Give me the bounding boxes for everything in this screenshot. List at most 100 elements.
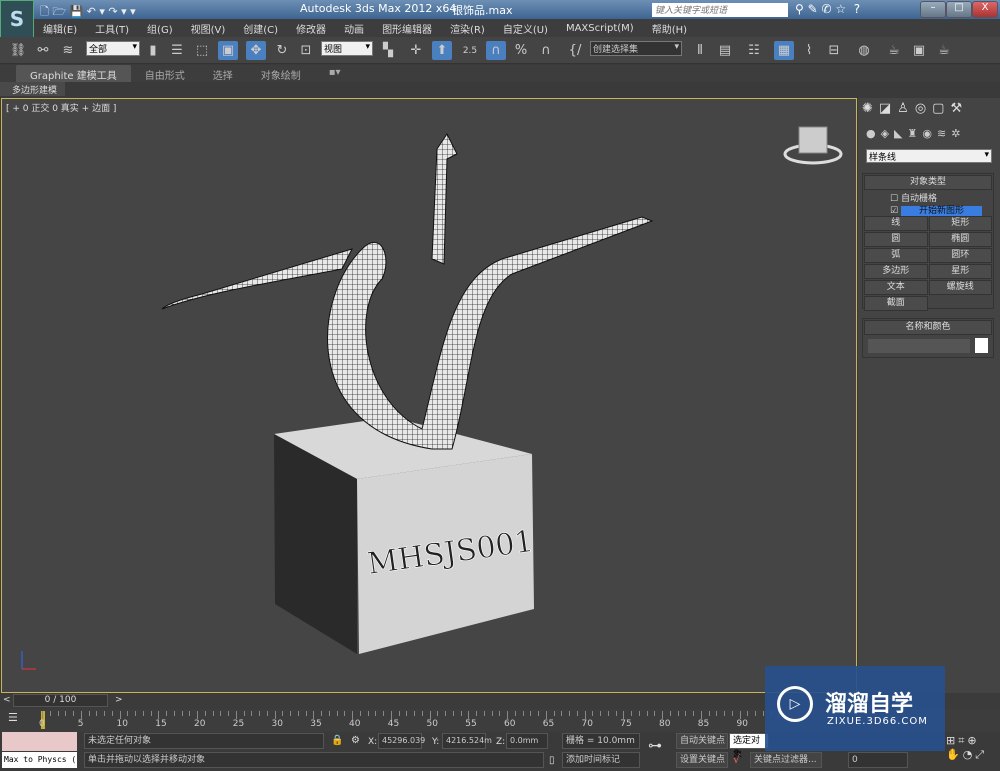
keyboard-shortcut-icon[interactable]: ⬆	[432, 41, 452, 60]
section-button[interactable]: 截面	[864, 296, 928, 311]
rect-selection-icon[interactable]: ⬚	[192, 41, 212, 60]
key-icon[interactable]: ⊶	[648, 738, 662, 754]
text-button[interactable]: 文本	[864, 280, 928, 295]
mirror-icon[interactable]: ⫴	[690, 41, 710, 60]
render-setup-icon[interactable]: ☕	[884, 41, 904, 60]
layer-icon[interactable]: ☷	[744, 41, 764, 60]
absolute-mode-icon[interactable]: ⚙	[351, 735, 360, 746]
close-button[interactable]: X	[972, 1, 998, 18]
snap-toggle-icon[interactable]: 2.5	[460, 41, 480, 60]
command-panel-tabs[interactable]: ✺◪♙◎▢⚒	[862, 101, 968, 116]
menu-group[interactable]: 组(G)	[147, 21, 173, 36]
x-coord-input[interactable]: 45296.039	[378, 733, 425, 749]
menu-create[interactable]: 创建(C)	[243, 21, 278, 36]
key-mode-icon[interactable]: √	[733, 753, 740, 766]
tab-graphite[interactable]: Graphite 建模工具	[16, 65, 131, 82]
tab-object-paint[interactable]: 对象绘制	[247, 65, 315, 82]
minimize-button[interactable]: –	[920, 1, 946, 18]
menu-views[interactable]: 视图(V)	[191, 21, 226, 36]
curve-editor-icon[interactable]: ⌇	[799, 41, 819, 60]
menu-customize[interactable]: 自定义(U)	[503, 21, 548, 36]
align-icon[interactable]: ▤	[715, 41, 735, 60]
set-key-button[interactable]: 设置关键点	[676, 752, 728, 768]
manipulate-icon[interactable]: ✛	[406, 41, 426, 60]
menu-maxscript[interactable]: MAXScript(M)	[566, 23, 634, 34]
edit-named-selection-icon[interactable]: {/	[565, 41, 585, 60]
line-button[interactable]: 线	[864, 216, 928, 231]
object-color-swatch[interactable]	[975, 338, 988, 353]
render-frame-icon[interactable]: ▣	[909, 41, 929, 60]
menu-rendering[interactable]: 渲染(R)	[450, 21, 485, 36]
viewcube[interactable]	[783, 126, 843, 165]
unlink-icon[interactable]: ⚯	[33, 41, 53, 60]
y-coord-input[interactable]: 4216.524m	[442, 733, 492, 749]
star-button[interactable]: 星形	[928, 264, 992, 279]
angle-snap-icon[interactable]: ∩	[486, 41, 506, 60]
ref-coord-dropdown[interactable]: 视图	[321, 41, 373, 56]
auto-grid-checkbox[interactable]: ☐ 自动栅格	[863, 191, 993, 204]
object-name-input[interactable]	[868, 339, 970, 353]
tick-mark	[755, 711, 756, 716]
create-category-icons[interactable]: ●◈◣♜◉≋✲	[866, 127, 965, 140]
time-tag-icon[interactable]: ▯	[549, 755, 555, 766]
menu-help[interactable]: 帮助(H)	[652, 21, 687, 36]
current-frame-input[interactable]: 0	[848, 752, 908, 768]
maxscript-listener[interactable]: Max to Physcs (	[2, 752, 77, 768]
tick-mark	[522, 711, 524, 716]
spinner-snap-icon[interactable]: ∩	[536, 41, 556, 60]
link-icon[interactable]: ⛓	[8, 41, 28, 60]
add-time-tag[interactable]: 添加时间标记	[562, 752, 640, 768]
ribbon-options-icon[interactable]: ▪▾	[315, 65, 355, 82]
maxscript-listener-pink[interactable]	[2, 732, 77, 751]
viewport-front[interactable]: [ + 0 正交 0 真实 + 边面 ] MHSJS001	[1, 98, 857, 693]
render-icon[interactable]: ☕	[934, 41, 954, 60]
menu-tools[interactable]: 工具(T)	[95, 21, 129, 36]
lock-icon[interactable]: 🔒	[331, 735, 343, 746]
rollout-header[interactable]: 名称和颜色	[864, 320, 992, 335]
tab-selection[interactable]: 选择	[199, 65, 247, 82]
time-prev-button[interactable]: <	[3, 695, 11, 705]
category-dropdown[interactable]: 样条线	[866, 149, 992, 163]
circle-button[interactable]: 圆	[864, 232, 928, 247]
donut-button[interactable]: 圆环	[928, 248, 992, 263]
pivot-icon[interactable]: ▚	[378, 41, 398, 60]
ngon-button[interactable]: 多边形	[864, 264, 928, 279]
rollout-header[interactable]: 对象类型	[864, 175, 992, 190]
menu-modifiers[interactable]: 修改器	[296, 21, 326, 36]
schematic-view-icon[interactable]: ⊟	[824, 41, 844, 60]
selected-dropdown[interactable]: 选定对象	[729, 733, 769, 760]
start-new-shape-checkbox[interactable]: ☑ 开始新图形	[863, 203, 993, 216]
move-icon[interactable]: ✥	[246, 41, 266, 60]
tick-label: 70	[581, 719, 593, 729]
time-next-button[interactable]: >	[115, 695, 123, 705]
time-slider[interactable]: 0 / 100	[13, 694, 108, 707]
select-by-name-icon[interactable]: ☰	[167, 41, 187, 60]
menu-animation[interactable]: 动画	[344, 21, 364, 36]
maximize-button[interactable]: □	[946, 1, 972, 18]
ellipse-button[interactable]: 椭圆	[928, 232, 992, 247]
select-object-icon[interactable]: ▮	[143, 41, 163, 60]
arc-button[interactable]: 弧	[864, 248, 928, 263]
scale-icon[interactable]: ⊡	[296, 41, 316, 60]
menu-graph-editors[interactable]: 图形编辑器	[382, 21, 432, 36]
infocenter-icons[interactable]: ⚲ ✎ ✆ ☆ ?	[795, 2, 860, 16]
percent-snap-icon[interactable]: %	[511, 41, 531, 60]
material-editor-icon[interactable]: ◍	[854, 41, 874, 60]
helix-button[interactable]: 螺旋线	[928, 280, 992, 295]
key-filters-button[interactable]: 关键点过滤器...	[750, 752, 822, 768]
app-logo[interactable]: S	[0, 0, 34, 38]
graphite-toggle-icon[interactable]: ▦	[774, 41, 794, 60]
rotate-icon[interactable]: ↻	[272, 41, 292, 60]
tab-freeform[interactable]: 自由形式	[131, 65, 199, 82]
viewport-nav-icons[interactable]: ⊞⌗⊕ ✋◔⤢	[946, 734, 987, 762]
selection-filter-dropdown[interactable]: 全部	[86, 41, 140, 56]
rectangle-button[interactable]: 矩形	[928, 216, 992, 231]
subtab-polygon-modeling[interactable]: 多边形建模	[0, 82, 66, 96]
bind-space-warp-icon[interactable]: ≋	[58, 41, 78, 60]
auto-key-button[interactable]: 自动关键点	[676, 733, 728, 749]
z-coord-input[interactable]: 0.0mm	[506, 733, 548, 749]
search-input[interactable]: 键入关键字或短语	[652, 3, 788, 17]
named-selection-dropdown[interactable]: 创建选择集	[590, 41, 682, 56]
window-crossing-icon[interactable]: ▣	[218, 41, 238, 60]
menu-edit[interactable]: 编辑(E)	[43, 21, 77, 36]
